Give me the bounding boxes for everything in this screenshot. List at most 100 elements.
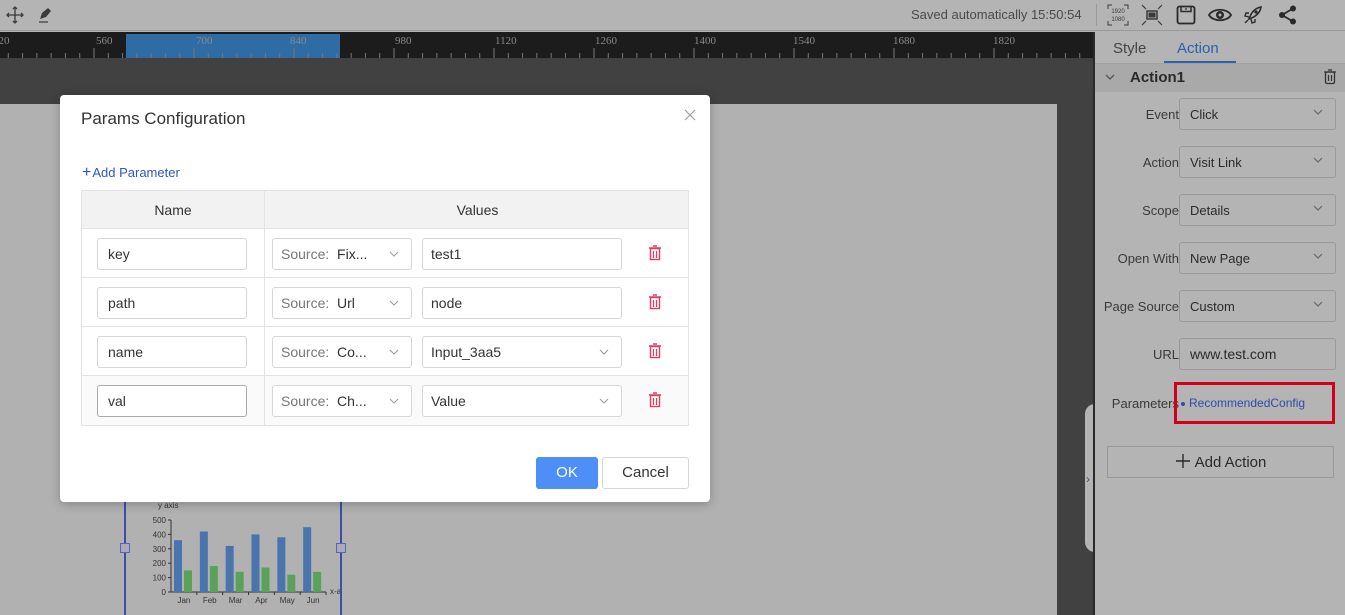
source-prefix: Source: bbox=[281, 344, 330, 360]
preview-icon[interactable] bbox=[1207, 4, 1233, 26]
scope-label: Scope bbox=[1142, 203, 1179, 218]
tab-style[interactable]: Style bbox=[1113, 40, 1146, 57]
action-select[interactable]: Visit Link bbox=[1179, 146, 1336, 178]
y-tick-label: 300 bbox=[153, 545, 167, 554]
table-row: key Source: Fix... test1 bbox=[82, 229, 688, 278]
toolbar-divider bbox=[1096, 4, 1097, 26]
add-action-label: Add Action bbox=[1194, 454, 1267, 471]
top-toolbar: Saved automatically 15:50:54 1920 1080 bbox=[0, 0, 1345, 31]
source-value: Ch... bbox=[337, 393, 367, 409]
active-tab-indicator bbox=[1164, 61, 1236, 63]
add-parameter-button[interactable]: +Add Parameter bbox=[82, 164, 180, 182]
source-prefix: Source: bbox=[281, 246, 330, 262]
action-title: Action1 bbox=[1130, 69, 1186, 86]
save-status: Saved automatically 15:50:54 bbox=[911, 7, 1082, 22]
table-row: name Source: Co... Input_3aa5 bbox=[82, 327, 688, 376]
panel-tabs: Style Action bbox=[1095, 32, 1345, 64]
column-header-values: Values bbox=[264, 191, 690, 229]
source-value: Co... bbox=[337, 344, 367, 360]
resolution-icon[interactable]: 1920 1080 bbox=[1106, 4, 1130, 26]
source-prefix: Source: bbox=[281, 393, 330, 409]
ruler-ticks bbox=[7, 48, 1081, 58]
parameters-link[interactable]: RecommendedConfig bbox=[1189, 396, 1305, 410]
ruler-label: 560 bbox=[96, 35, 113, 47]
url-input[interactable]: www.test.com bbox=[1179, 338, 1336, 370]
svg-text:1080: 1080 bbox=[1111, 17, 1125, 23]
delete-row-icon[interactable] bbox=[648, 294, 662, 310]
delete-action-icon[interactable] bbox=[1323, 69, 1337, 90]
column-divider bbox=[264, 376, 265, 425]
table-header: Name Values bbox=[82, 191, 688, 229]
param-name-input[interactable]: path bbox=[97, 287, 247, 319]
param-value-input[interactable]: node bbox=[422, 287, 622, 319]
chart-component[interactable]: y axis x-axis 0 100 200 300 400 500 Jan Feb Mar A… bbox=[120, 495, 346, 615]
ok-button[interactable]: OK bbox=[536, 457, 598, 489]
param-value: Value bbox=[431, 393, 466, 409]
param-name-input[interactable]: name bbox=[97, 336, 247, 368]
add-action-button[interactable]: Add Action bbox=[1107, 446, 1334, 478]
parameters-highlight: RecommendedConfig bbox=[1174, 382, 1335, 424]
close-icon[interactable] bbox=[684, 109, 696, 121]
page-source-select[interactable]: Custom bbox=[1179, 290, 1336, 322]
bar-series2-may bbox=[287, 574, 296, 592]
chevron-right-icon: › bbox=[1086, 472, 1090, 486]
chevron-down-icon bbox=[599, 398, 609, 404]
delete-row-icon[interactable] bbox=[648, 392, 662, 408]
delete-row-icon[interactable] bbox=[648, 343, 662, 359]
y-tick-label: 400 bbox=[153, 530, 167, 539]
bar-series2-jun bbox=[313, 571, 322, 592]
ruler-label: 1540 bbox=[793, 35, 815, 47]
ruler-label: 420 bbox=[0, 35, 10, 47]
param-value-select[interactable]: Input_3aa5 bbox=[422, 336, 622, 368]
x-tick-label: Jan bbox=[177, 596, 190, 605]
share-icon[interactable] bbox=[1277, 4, 1299, 26]
bar-series1-may bbox=[277, 537, 286, 592]
move-icon[interactable] bbox=[4, 4, 26, 26]
open-with-select[interactable]: New Page bbox=[1179, 242, 1336, 274]
source-select[interactable]: Source: Co... bbox=[272, 336, 412, 368]
source-value: Url bbox=[337, 295, 355, 311]
param-name-input[interactable]: val bbox=[97, 385, 247, 417]
open-with-label: Open With bbox=[1117, 251, 1179, 266]
scope-select[interactable]: Details bbox=[1179, 194, 1336, 226]
source-prefix: Source: bbox=[281, 295, 330, 311]
param-name-input[interactable]: key bbox=[97, 238, 247, 270]
event-select[interactable]: Click bbox=[1179, 98, 1336, 130]
cancel-button[interactable]: Cancel bbox=[602, 457, 689, 489]
bar-series1-jan bbox=[174, 540, 182, 592]
param-value-select[interactable]: Value bbox=[422, 385, 622, 417]
url-label: URL bbox=[1152, 347, 1179, 362]
source-select[interactable]: Source: Fix... bbox=[272, 238, 412, 270]
x-tick-label: Jun bbox=[307, 596, 320, 605]
page-source-value: Custom bbox=[1190, 299, 1235, 314]
plus-icon: + bbox=[82, 164, 92, 181]
x-tick-label: May bbox=[280, 596, 295, 605]
svg-text:1920: 1920 bbox=[1111, 9, 1125, 15]
bar-series2-apr bbox=[261, 567, 270, 592]
bullet-icon bbox=[1181, 402, 1185, 406]
y-tick-label: 200 bbox=[153, 559, 167, 568]
properties-panel: Style Action Action1 Event Click Action … bbox=[1093, 32, 1345, 615]
x-tick-label: Mar bbox=[229, 596, 243, 605]
chevron-down-icon[interactable] bbox=[1105, 70, 1115, 84]
publish-icon[interactable] bbox=[1242, 4, 1264, 26]
action-header[interactable]: Action1 bbox=[1095, 64, 1345, 92]
save-icon[interactable] bbox=[1175, 4, 1197, 26]
param-value-input[interactable]: test1 bbox=[422, 238, 622, 270]
bar-series1-mar bbox=[225, 545, 234, 592]
x-axis-title: x-axis bbox=[330, 587, 340, 596]
source-select[interactable]: Source: Ch... bbox=[272, 385, 412, 417]
source-select[interactable]: Source: Url bbox=[272, 287, 412, 319]
ruler-label: 1820 bbox=[993, 35, 1015, 47]
y-tick-label: 0 bbox=[162, 588, 167, 597]
y-tick-label: 500 bbox=[153, 516, 167, 525]
bar-series2-jan bbox=[184, 570, 192, 592]
tab-action[interactable]: Action bbox=[1177, 40, 1219, 57]
ruler-label: 1400 bbox=[694, 35, 716, 47]
delete-row-icon[interactable] bbox=[648, 245, 662, 261]
fit-screen-icon[interactable] bbox=[1141, 4, 1163, 26]
page-source-label: Page Source bbox=[1103, 299, 1179, 314]
pen-icon[interactable] bbox=[34, 4, 56, 26]
table-row: val Source: Ch... Value bbox=[82, 376, 688, 425]
chevron-down-icon bbox=[1313, 157, 1323, 163]
